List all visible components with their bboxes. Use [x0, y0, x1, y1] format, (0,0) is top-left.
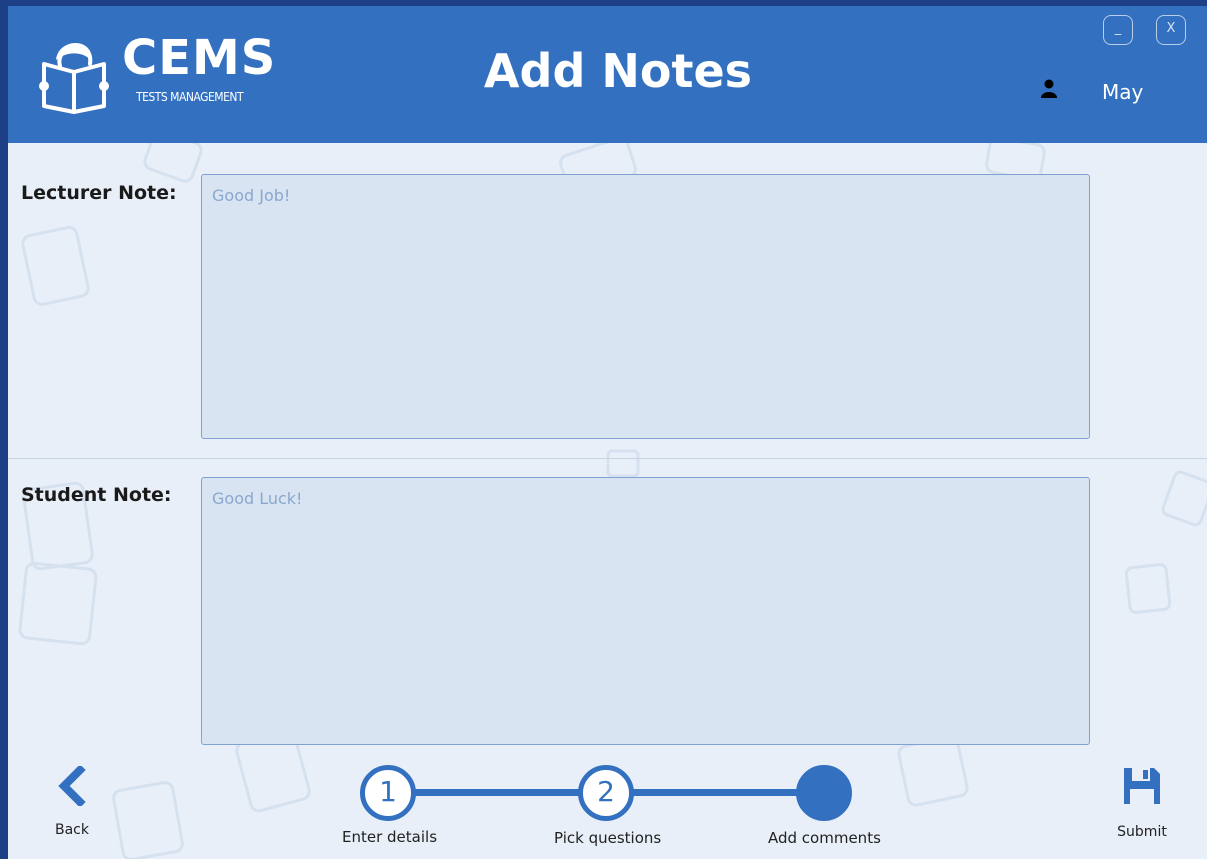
- section-divider: [8, 458, 1207, 459]
- user-name: May: [1102, 80, 1144, 104]
- app-name: CEMS: [122, 30, 277, 86]
- lecturer-note-textarea[interactable]: [201, 174, 1090, 439]
- step-1-circle[interactable]: 1: [360, 765, 416, 821]
- app-logo: CEMS TESTS MANAGEMENT: [38, 30, 298, 114]
- back-label: Back: [55, 822, 89, 838]
- page-title: Add Notes: [483, 44, 753, 98]
- submit-label: Submit: [1117, 824, 1167, 840]
- step-2-circle[interactable]: 2: [578, 765, 634, 821]
- chevron-left-icon: [58, 764, 86, 808]
- step-3-circle[interactable]: [796, 765, 852, 821]
- lecturer-note-label: Lecturer Note:: [21, 182, 177, 204]
- minimize-button[interactable]: _: [1103, 15, 1133, 45]
- reader-book-icon: [39, 43, 109, 114]
- add-notes-window: CEMS TESTS MANAGEMENT Add Notes May _ X …: [8, 6, 1207, 859]
- step-1-label: Enter details: [342, 828, 438, 846]
- header-bar: CEMS TESTS MANAGEMENT Add Notes May _ X: [8, 6, 1207, 143]
- person-icon: [1041, 79, 1057, 98]
- step-connector: [630, 789, 800, 796]
- back-button[interactable]: Back: [48, 764, 96, 838]
- floppy-disk-icon: [1124, 768, 1160, 804]
- step-2-label: Pick questions: [554, 829, 662, 847]
- step-3-label: Add comments: [768, 829, 881, 847]
- close-button[interactable]: X: [1156, 15, 1186, 45]
- app-subtitle: TESTS MANAGEMENT: [136, 90, 244, 104]
- student-note-textarea[interactable]: [201, 477, 1090, 745]
- step-connector: [412, 789, 582, 796]
- submit-button[interactable]: Submit: [1108, 766, 1176, 840]
- student-note-label: Student Note:: [21, 484, 172, 506]
- progress-stepper: 1 2: [360, 761, 860, 821]
